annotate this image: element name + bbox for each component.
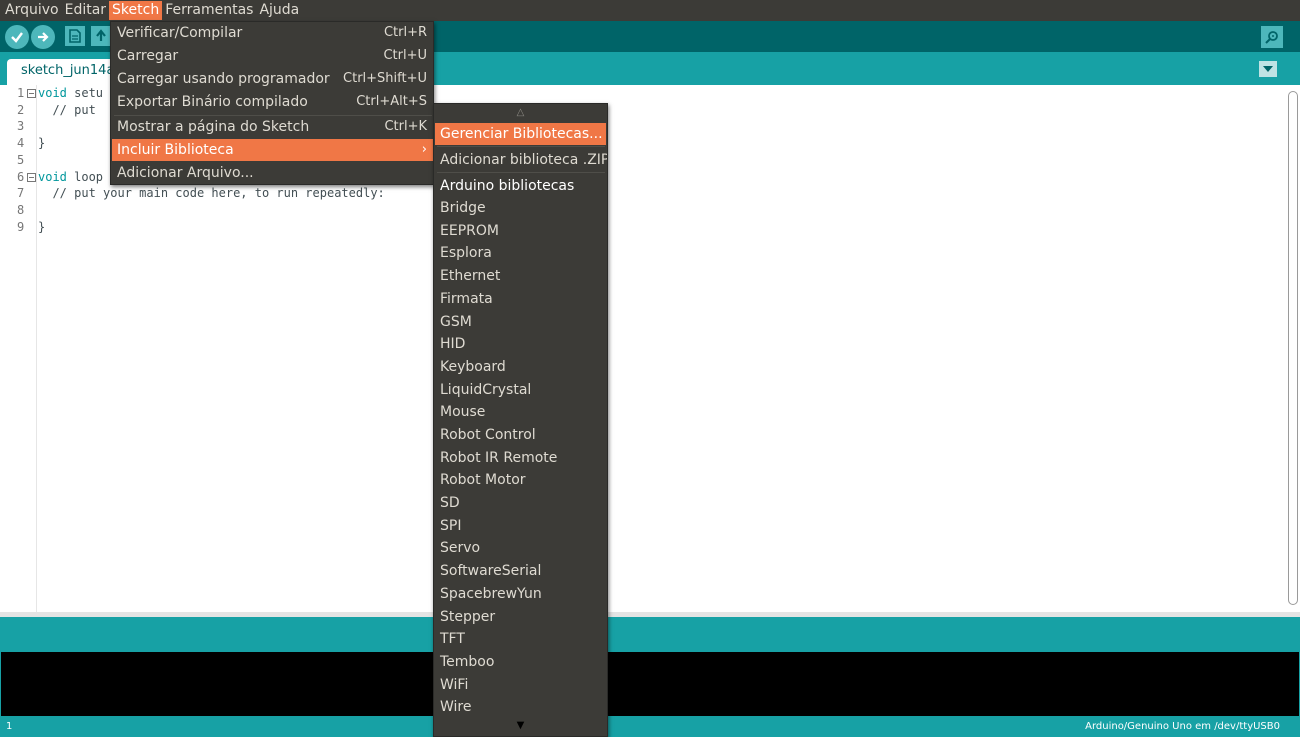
- code-line: void loop: [38, 170, 104, 184]
- library-item-robot-ir-remote[interactable]: Robot IR Remote: [435, 447, 606, 469]
- menu-item-include-library[interactable]: Incluir Biblioteca ›: [112, 139, 433, 161]
- manage-libraries-item[interactable]: Gerenciar Bibliotecas...: [435, 123, 606, 145]
- line-number: 4: [17, 136, 25, 150]
- library-item-wifi[interactable]: WiFi: [435, 674, 606, 696]
- line-number-gutter: 1 2 3 4 5 6 7 8 9: [0, 85, 37, 612]
- status-bar: 1 Arduino/Genuino Uno em /dev/ttyUSB0: [0, 717, 1300, 737]
- library-item-eeprom[interactable]: EEPROM: [435, 220, 606, 242]
- open-sketch-button[interactable]: [91, 26, 111, 46]
- arrow-right-icon: [38, 32, 49, 42]
- menu-item-add-file[interactable]: Adicionar Arquivo...: [112, 162, 433, 184]
- library-item-robot-control[interactable]: Robot Control: [435, 424, 606, 446]
- line-number: 2: [17, 103, 25, 117]
- console-output: [0, 651, 1300, 717]
- menu-arquivo[interactable]: Arquivo: [2, 1, 62, 20]
- code-line: }: [38, 136, 46, 150]
- library-item-robot-motor[interactable]: Robot Motor: [435, 469, 606, 491]
- shortcut-label: Ctrl+R: [383, 25, 427, 40]
- line-number: 7: [17, 186, 25, 200]
- upload-button[interactable]: [31, 25, 55, 49]
- arduino-libraries-header: Arduino bibliotecas: [440, 178, 575, 194]
- sketch-dropdown-menu: Verificar/Compilar Ctrl+R Carregar Ctrl+U …: [110, 21, 434, 185]
- library-item-temboo[interactable]: Temboo: [435, 651, 606, 673]
- menu-item-upload-programmer[interactable]: Carregar usando programador Ctrl+Shift+U: [112, 68, 433, 90]
- include-library-submenu: △ Gerenciar Bibliotecas... Adicionar bib…: [433, 103, 608, 737]
- library-item-bridge[interactable]: Bridge: [435, 197, 606, 219]
- shortcut-label: Ctrl+Shift+U: [343, 71, 427, 86]
- line-number: 3: [17, 119, 25, 133]
- scroll-up-arrow-icon[interactable]: △: [434, 106, 607, 120]
- tab-sketch[interactable]: sketch_jun14a: [7, 59, 117, 85]
- tab-menu-button[interactable]: [1259, 61, 1277, 77]
- menu-item-show-sketch-folder[interactable]: Mostrar a página do Sketch Ctrl+K: [112, 116, 433, 138]
- menu-item-verify[interactable]: Verificar/Compilar Ctrl+R: [112, 22, 433, 44]
- library-item-servo[interactable]: Servo: [435, 537, 606, 559]
- library-item-liquidcrystal[interactable]: LiquidCrystal: [435, 379, 606, 401]
- status-line-number: 1: [6, 721, 13, 732]
- library-item-firmata[interactable]: Firmata: [435, 288, 606, 310]
- code-line: // put: [38, 103, 96, 117]
- menu-separator: [437, 172, 605, 173]
- console-header: [0, 617, 1300, 651]
- code-line: }: [38, 220, 46, 234]
- library-item-spacebrewyun[interactable]: SpacebrewYun: [435, 583, 606, 605]
- menu-separator: [437, 146, 605, 147]
- serial-monitor-button[interactable]: [1261, 26, 1283, 48]
- library-item-esplora[interactable]: Esplora: [435, 242, 606, 264]
- line-number: 9: [17, 220, 25, 234]
- shortcut-label: Ctrl+K: [384, 119, 427, 134]
- shortcut-label: Ctrl+U: [383, 48, 427, 63]
- status-board-port: Arduino/Genuino Uno em /dev/ttyUSB0: [1085, 721, 1280, 732]
- library-item-sd[interactable]: SD: [435, 492, 606, 514]
- fold-minus-icon[interactable]: [27, 89, 36, 98]
- submenu-arrow-icon: ›: [421, 142, 427, 157]
- library-item-mouse[interactable]: Mouse: [435, 401, 606, 423]
- library-item-keyboard[interactable]: Keyboard: [435, 356, 606, 378]
- verify-button[interactable]: [5, 25, 29, 49]
- scrollbar-track[interactable]: [1288, 91, 1298, 605]
- code-line: void setu: [38, 86, 104, 100]
- menu-sketch[interactable]: Sketch: [109, 1, 163, 20]
- arrow-up-icon: [96, 29, 106, 41]
- fold-minus-icon[interactable]: [27, 173, 36, 182]
- scroll-down-arrow-icon[interactable]: ▼: [434, 717, 607, 735]
- library-item-wire[interactable]: Wire: [435, 696, 606, 718]
- library-item-spi[interactable]: SPI: [435, 515, 606, 537]
- library-item-tft[interactable]: TFT: [435, 628, 606, 650]
- menu-ferramentas[interactable]: Ferramentas: [162, 1, 256, 20]
- line-number: 8: [17, 203, 25, 217]
- library-item-stepper[interactable]: Stepper: [435, 606, 606, 628]
- menu-editar[interactable]: Editar: [62, 1, 109, 20]
- magnifier-icon: [1265, 31, 1278, 44]
- library-item-ethernet[interactable]: Ethernet: [435, 265, 606, 287]
- new-sketch-button[interactable]: [65, 26, 85, 46]
- document-icon: [69, 29, 81, 43]
- menu-item-export-binary[interactable]: Exportar Binário compilado Ctrl+Alt+S: [112, 91, 433, 113]
- triangle-down-icon: [1263, 66, 1273, 72]
- menu-item-upload[interactable]: Carregar Ctrl+U: [112, 45, 433, 67]
- checkmark-icon: [11, 32, 23, 43]
- library-item-hid[interactable]: HID: [435, 333, 606, 355]
- menu-ajuda[interactable]: Ajuda: [256, 1, 302, 20]
- add-zip-library-item[interactable]: Adicionar biblioteca .ZIP: [435, 149, 607, 171]
- vertical-scrollbar[interactable]: [1286, 85, 1300, 612]
- library-item-gsm[interactable]: GSM: [435, 311, 606, 333]
- library-item-softwareserial[interactable]: SoftwareSerial: [435, 560, 606, 582]
- line-number: 5: [17, 153, 25, 167]
- code-line: // put your main code here, to run repea…: [38, 186, 385, 200]
- shortcut-label: Ctrl+Alt+S: [356, 94, 427, 109]
- menu-bar: Arquivo Editar Sketch Ferramentas Ajuda: [0, 0, 1300, 21]
